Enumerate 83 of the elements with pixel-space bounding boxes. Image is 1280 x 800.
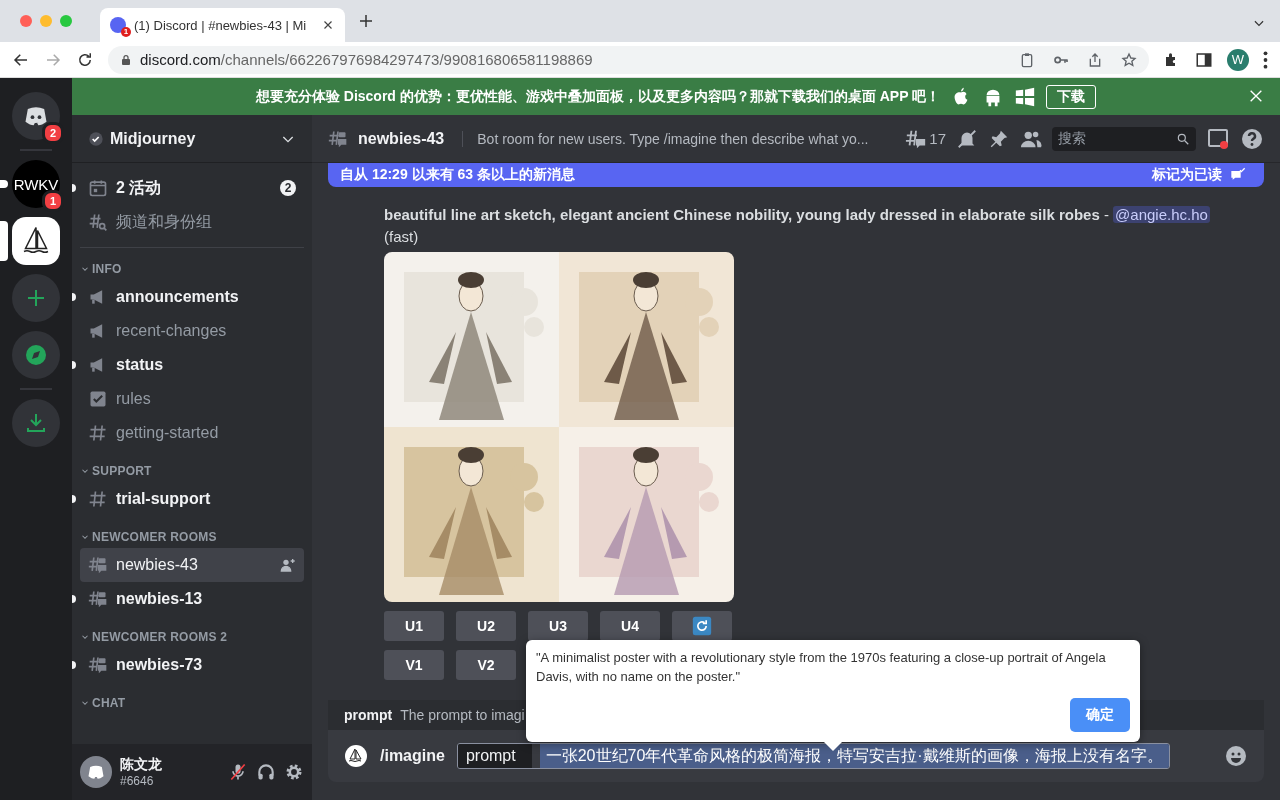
action-button[interactable]: V2 bbox=[456, 650, 516, 680]
channel-item[interactable]: newbies-43 bbox=[80, 548, 304, 582]
emoji-icon bbox=[1224, 744, 1248, 768]
calendar-icon bbox=[88, 178, 108, 198]
image-grid[interactable] bbox=[384, 252, 734, 602]
sidebar-item[interactable]: 2 活动 2 bbox=[80, 171, 304, 205]
channel-item[interactable]: status bbox=[80, 348, 304, 382]
headphones-icon bbox=[256, 762, 276, 782]
category-header[interactable]: NEWCOMER ROOMS 2 bbox=[80, 630, 304, 644]
plus-icon bbox=[357, 12, 375, 30]
checkbox-icon bbox=[88, 389, 108, 409]
mark-as-read-button[interactable]: 标记为已读 bbox=[1146, 165, 1252, 185]
muted-bell-icon bbox=[956, 127, 978, 150]
download-button[interactable]: 下载 bbox=[1046, 84, 1097, 109]
search-icon bbox=[1176, 131, 1190, 146]
address-bar[interactable]: discord.com/channels/662267976984297473/990816806581198869 bbox=[108, 45, 1149, 74]
hash-icon bbox=[88, 423, 108, 443]
action-button[interactable]: U3 bbox=[528, 611, 588, 641]
sailboat-icon bbox=[344, 744, 368, 768]
message-text: beautiful line art sketch, elegant ancient Chinese nobility, young lady dressed in elaborate silk robes - @angie.hc.ho bbox=[384, 205, 1211, 225]
search-field[interactable]: 搜索 bbox=[1052, 126, 1196, 151]
generation-mode: (fast) bbox=[384, 227, 420, 247]
settings-icon bbox=[284, 762, 304, 782]
clipboard-icon bbox=[1019, 51, 1035, 68]
category-header[interactable]: SUPPORT bbox=[80, 464, 304, 478]
channel-item[interactable]: trial-support bbox=[80, 482, 304, 516]
reload-icon bbox=[76, 50, 94, 69]
threads-button[interactable]: 17 bbox=[905, 127, 946, 150]
channel-item[interactable]: announcements bbox=[80, 280, 304, 314]
sidebar-item[interactable]: 频道和身份组 bbox=[80, 205, 304, 239]
server-name: RWKV bbox=[13, 175, 59, 193]
category-header[interactable]: INFO bbox=[80, 262, 304, 276]
action-button[interactable]: U1 bbox=[384, 611, 444, 641]
inbox-icon bbox=[1206, 126, 1230, 151]
notification-badge: 1 bbox=[42, 190, 64, 212]
profile-avatar[interactable]: W bbox=[1227, 48, 1249, 71]
user-name: 陈文龙 bbox=[120, 756, 163, 774]
reroll-button[interactable] bbox=[672, 611, 732, 641]
favicon-icon bbox=[110, 17, 126, 33]
share-icon bbox=[1087, 51, 1103, 68]
slash-command: /imagine bbox=[380, 747, 445, 765]
channel-item[interactable]: getting-started bbox=[80, 416, 304, 450]
close-icon bbox=[1248, 88, 1264, 104]
new-messages-text: 自从 12:29 以来有 63 条以上的新消息 bbox=[340, 166, 575, 184]
user-avatar[interactable] bbox=[80, 756, 112, 788]
windows-icon bbox=[1014, 85, 1037, 108]
download-icon bbox=[24, 411, 48, 435]
user-tag: #6646 bbox=[120, 774, 220, 788]
forum-icon bbox=[88, 655, 108, 675]
forum-icon bbox=[88, 589, 108, 609]
banner-text: 想要充分体验 Discord 的优势：更优性能、游戏中叠加面板，以及更多内容吗？那就下载我们的桌面 APP 吧！ bbox=[255, 87, 941, 106]
star-icon bbox=[1121, 51, 1137, 68]
notification-badge: 2 bbox=[42, 122, 64, 144]
action-button[interactable]: U2 bbox=[456, 611, 516, 641]
action-button[interactable]: U4 bbox=[600, 611, 660, 641]
channel-item[interactable]: recent-changes bbox=[80, 314, 304, 348]
hash-icon bbox=[88, 489, 108, 509]
action-button[interactable]: V1 bbox=[384, 650, 444, 680]
sidebar-icon bbox=[1195, 50, 1213, 69]
more-icon bbox=[1263, 50, 1268, 69]
browser-tab[interactable]: 1 (1) Discord | #newbies-43 | Mi bbox=[100, 8, 345, 42]
channel-item[interactable]: newbies-73 bbox=[80, 648, 304, 682]
forum-icon bbox=[88, 555, 108, 575]
channel-item[interactable]: newbies-13 bbox=[80, 582, 304, 616]
forum-icon bbox=[328, 128, 348, 149]
channel-item[interactable]: rules bbox=[80, 382, 304, 416]
popup-text: "A minimalist poster with a revolutionary style from the 1970s featuring a close-up portrait of Angela Davis, with no name on the poster." bbox=[536, 649, 1107, 686]
count-badge: 2 bbox=[280, 180, 296, 196]
user-mention[interactable]: @angie.hc.ho bbox=[1113, 206, 1210, 223]
channel-title: newbies-43 bbox=[358, 129, 445, 148]
notification-badge: 1 bbox=[121, 27, 131, 37]
channel-search-icon bbox=[88, 212, 108, 232]
lock-icon bbox=[120, 53, 132, 66]
category-header[interactable]: CHAT bbox=[80, 696, 304, 710]
verified-check-icon bbox=[88, 130, 104, 147]
refresh-icon bbox=[692, 616, 712, 636]
message-input[interactable]: prompt 一张20世纪70年代革命风格的极简海报，特写安吉拉·戴维斯的画像，海报上没有名字。 bbox=[456, 743, 1170, 769]
new-messages-bar[interactable]: 自从 12:29 以来有 63 条以上的新消息 标记为已读 bbox=[328, 163, 1264, 187]
category-header[interactable]: NEWCOMER ROOMS bbox=[80, 530, 304, 544]
compass-icon bbox=[24, 343, 48, 367]
help-icon bbox=[1240, 126, 1264, 151]
invite-icon bbox=[280, 557, 296, 573]
channel-topic: Bot room for new users. Type /imagine then describe what yo... bbox=[462, 130, 896, 147]
